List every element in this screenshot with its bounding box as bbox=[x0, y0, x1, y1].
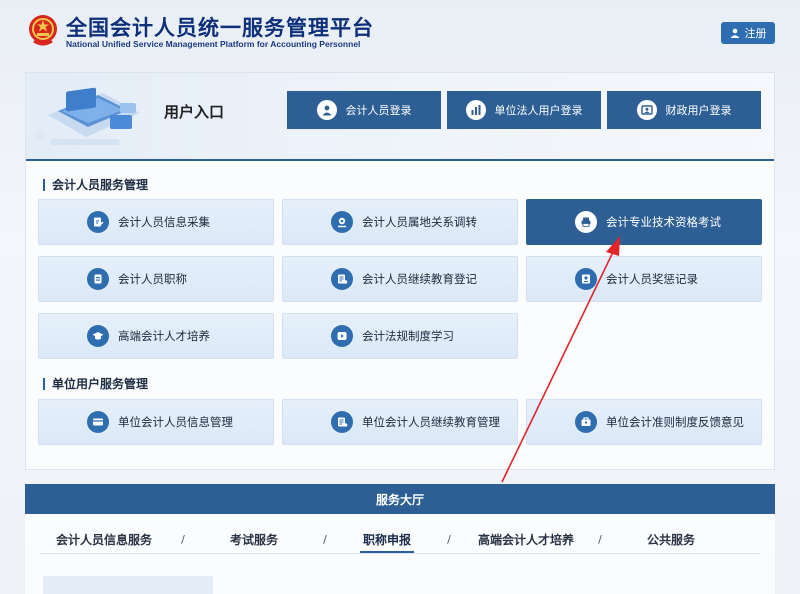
tile-territorial-transfer-label: 会计人员属地关系调转 bbox=[362, 215, 477, 229]
document-icon bbox=[87, 268, 109, 290]
tile-professional-title[interactable]: 会计人员职称 bbox=[38, 256, 274, 302]
tile-regulation-study-label: 会计法规制度学习 bbox=[362, 329, 454, 343]
tile-info-collection[interactable]: 会计人员信息采集 bbox=[38, 199, 274, 245]
finance-login-button[interactable]: 财政用户登录 bbox=[607, 91, 761, 129]
unit-legal-login-button[interactable]: 单位法人用户登录 bbox=[447, 91, 601, 129]
service-hall-bar: 服务大厅 bbox=[25, 484, 775, 514]
tile-rewards-penalties[interactable]: 会计人员奖惩记录 bbox=[526, 256, 762, 302]
building-icon bbox=[465, 100, 486, 120]
tile-regulation-study[interactable]: 会计法规制度学习 bbox=[282, 313, 518, 359]
accountant-login-button[interactable]: 会计人员登录 bbox=[287, 91, 441, 129]
site-subtitle: National Unified Service Management Plat… bbox=[66, 39, 361, 49]
user-entry-title: 用户入口 bbox=[164, 103, 225, 121]
play-icon bbox=[331, 325, 353, 347]
service-hall-title: 服务大厅 bbox=[375, 492, 424, 507]
laptop-illustration-icon bbox=[34, 87, 140, 145]
tile-rewards-penalties-label: 会计人员奖惩记录 bbox=[606, 272, 698, 286]
feedback-icon bbox=[575, 411, 597, 433]
tile-high-end-talent[interactable]: 高端会计人才培养 bbox=[38, 313, 274, 359]
tab-high-end-talent[interactable]: 高端会计人才培养 bbox=[464, 531, 588, 548]
accountant-login-label: 会计人员登录 bbox=[345, 104, 412, 117]
tile-qualification-exam-label: 会计专业技术资格考试 bbox=[606, 215, 721, 229]
service-hall-tabs: 会计人员信息服务 / 考试服务 / 职称申报 / 高端会计人才培养 / 公共服务 bbox=[40, 526, 760, 554]
tab-public-service[interactable]: 公共服务 bbox=[612, 531, 730, 548]
service-hall-body: 会计人员信息服务 / 考试服务 / 职称申报 / 高端会计人才培养 / 公共服务 bbox=[25, 514, 775, 594]
tab-separator: / bbox=[598, 533, 602, 546]
tab-personnel-info-service[interactable]: 会计人员信息服务 bbox=[40, 531, 168, 548]
finance-login-label: 财政用户登录 bbox=[665, 104, 732, 117]
tab-title-declaration[interactable]: 职称申报 bbox=[360, 531, 414, 553]
tile-professional-title-label: 会计人员职称 bbox=[118, 272, 187, 286]
location-icon bbox=[331, 211, 353, 233]
service-card[interactable] bbox=[43, 576, 213, 594]
tab-separator: / bbox=[447, 533, 451, 546]
tab-separator: / bbox=[323, 533, 327, 546]
register-label: 注册 bbox=[744, 27, 767, 40]
tile-unit-standards-feedback-label: 单位会计准则制度反馈意见 bbox=[606, 415, 744, 429]
unit-section-title: 单位用户服务管理 bbox=[43, 378, 148, 390]
personnel-section-title: 会计人员服务管理 bbox=[43, 179, 148, 191]
register-button[interactable]: 注册 bbox=[721, 22, 775, 44]
tile-high-end-talent-label: 高端会计人才培养 bbox=[118, 329, 210, 343]
register-icon bbox=[331, 411, 353, 433]
user-entry-bar: 用户入口 会计人员登录 单位法人用户登录 财政用户登录 bbox=[26, 73, 774, 161]
service-panel: 用户入口 会计人员登录 单位法人用户登录 财政用户登录 会计人员服务管理 会计人… bbox=[25, 72, 775, 470]
tile-continuing-education[interactable]: 会计人员继续教育登记 bbox=[282, 256, 518, 302]
card-icon bbox=[87, 411, 109, 433]
national-emblem-icon bbox=[29, 15, 57, 46]
person-icon bbox=[316, 100, 337, 120]
register-icon bbox=[331, 268, 353, 290]
tile-unit-info-management-label: 单位会计人员信息管理 bbox=[118, 415, 233, 429]
tile-unit-standards-feedback[interactable]: 单位会计准则制度反馈意见 bbox=[526, 399, 762, 445]
tile-unit-education-management-label: 单位会计人员继续教育管理 bbox=[362, 415, 500, 429]
tile-qualification-exam[interactable]: 会计专业技术资格考试 bbox=[526, 199, 762, 245]
site-title: 全国会计人员统一服务管理平台 bbox=[66, 16, 374, 40]
tab-exam-service[interactable]: 考试服务 bbox=[198, 531, 310, 548]
id-card-icon bbox=[636, 100, 657, 120]
tile-continuing-education-label: 会计人员继续教育登记 bbox=[362, 272, 477, 286]
site-header: 全国会计人员统一服务管理平台 National Unified Service … bbox=[0, 0, 800, 66]
record-icon bbox=[575, 268, 597, 290]
edit-form-icon bbox=[87, 211, 109, 233]
tab-separator: / bbox=[181, 533, 185, 546]
printer-icon bbox=[575, 211, 597, 233]
tile-info-collection-label: 会计人员信息采集 bbox=[118, 215, 210, 229]
tile-unit-info-management[interactable]: 单位会计人员信息管理 bbox=[38, 399, 274, 445]
graduation-cap-icon bbox=[87, 325, 109, 347]
user-icon bbox=[730, 28, 739, 38]
tile-territorial-transfer[interactable]: 会计人员属地关系调转 bbox=[282, 199, 518, 245]
unit-legal-login-label: 单位法人用户登录 bbox=[494, 104, 583, 117]
tile-unit-education-management[interactable]: 单位会计人员继续教育管理 bbox=[282, 399, 518, 445]
